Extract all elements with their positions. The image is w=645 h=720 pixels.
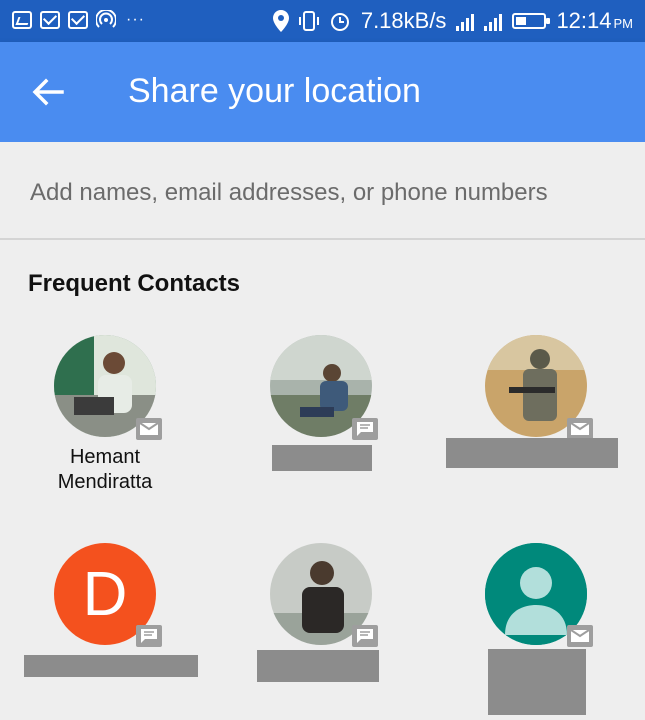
mail-icon: [567, 625, 593, 647]
location-pin-icon: [272, 10, 289, 32]
battery-icon: [512, 13, 551, 29]
message-icon: [352, 418, 378, 440]
hotspot-icon: [96, 10, 116, 28]
contact-name: Hemant Mendiratta: [57, 446, 153, 493]
notification-icons: ···: [12, 10, 145, 30]
redacted-name: [488, 649, 586, 715]
contact-item[interactable]: [215, 330, 430, 500]
clock: 12:14 PM: [556, 8, 633, 33]
vibrate-icon: [298, 11, 319, 31]
page-title: Share your location: [128, 72, 421, 110]
arrow-back-icon[interactable]: [30, 74, 66, 110]
mail-icon: [136, 418, 162, 440]
contact-item[interactable]: Hemant Mendiratta: [0, 330, 215, 500]
status-bar: ··· 7.18kB/s 12:14 PM: [0, 0, 645, 42]
redacted-name: [257, 650, 379, 682]
redacted-name: [272, 445, 372, 471]
message-icon: [136, 625, 162, 647]
alarm-icon: [330, 13, 349, 31]
redacted-name: [24, 655, 198, 677]
contact-item[interactable]: D: [0, 535, 215, 720]
app-bar: Share your location: [0, 42, 645, 142]
network-speed: 7.18kB/s: [360, 8, 447, 33]
signal-4g-icon: [456, 11, 475, 31]
mail-icon: [567, 418, 593, 440]
more-notifications: ···: [126, 11, 145, 28]
gmail-icon: [68, 11, 88, 29]
message-icon: [352, 625, 378, 647]
section-title: Frequent Contacts: [28, 270, 241, 297]
recipient-input[interactable]: [28, 172, 622, 214]
contact-item[interactable]: [430, 330, 645, 500]
redacted-name: [446, 438, 618, 468]
mail-icon: [40, 11, 60, 29]
contact-item[interactable]: [215, 535, 430, 720]
contact-initial: D: [82, 559, 128, 629]
recipient-search: [0, 142, 645, 240]
gallery-icon: [12, 11, 32, 29]
system-icons: 7.18kB/s 12:14 PM: [272, 8, 633, 34]
signal-roaming-icon: [484, 11, 503, 31]
contact-item[interactable]: [430, 535, 645, 720]
